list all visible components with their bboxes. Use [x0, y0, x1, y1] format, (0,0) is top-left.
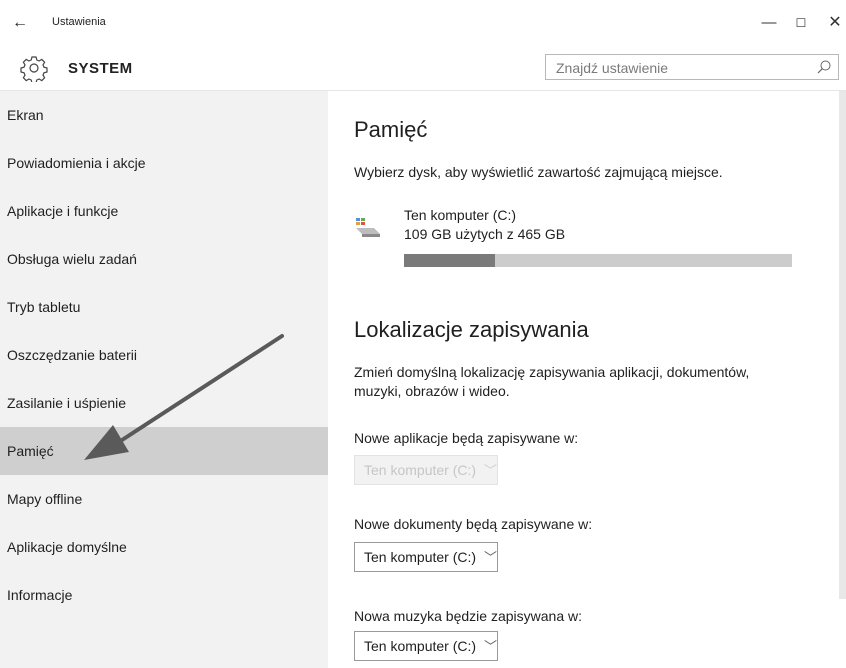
window-title: Ustawienia — [52, 16, 106, 28]
minimize-button[interactable]: — — [754, 10, 784, 36]
search-input[interactable] — [554, 58, 808, 78]
title-bar: ← Ustawienia — ☐ ✕ — [0, 0, 846, 46]
sidebar-item-mapy-offline[interactable]: Mapy offline — [0, 475, 328, 523]
apps-location-value: Ten komputer (C:) — [364, 462, 477, 478]
maximize-button[interactable]: ☐ — [786, 10, 816, 36]
chevron-down-icon: ﹀ — [484, 550, 498, 565]
docs-location-select[interactable]: Ten komputer (C:) ﹀ — [354, 542, 499, 572]
sidebar-item-wiele-zadan[interactable]: Obsługa wielu zadań — [0, 235, 328, 283]
search-box[interactable] — [545, 54, 839, 80]
drive-usage: 109 GB użytych z 465 GB — [404, 226, 566, 242]
close-button[interactable]: ✕ — [820, 10, 846, 36]
gear-icon — [20, 56, 48, 82]
drive-usage-bar — [404, 254, 792, 267]
sidebar-item-informacje[interactable]: Informacje — [0, 571, 328, 619]
sidebar-item-pamiec[interactable]: Pamięć — [0, 427, 328, 475]
music-location-value: Ten komputer (C:) — [364, 638, 477, 654]
section-title: SYSTEM — [68, 60, 133, 77]
drive-name[interactable]: Ten komputer (C:) — [404, 207, 516, 223]
sidebar-item-aplikacje-domyslne[interactable]: Aplikacje domyślne — [0, 523, 328, 571]
sidebar-item-oszczedzanie-baterii[interactable]: Oszczędzanie baterii — [0, 331, 328, 379]
sidebar-item-ekran[interactable]: Ekran — [0, 91, 328, 139]
storage-description: Wybierz dysk, aby wyświetlić zawartość z… — [354, 164, 723, 180]
back-button[interactable]: ← — [6, 12, 34, 34]
drive-icon[interactable] — [356, 218, 382, 238]
music-location-label: Nowa muzyka będzie zapisywana w: — [354, 608, 582, 624]
sidebar-item-aplikacje[interactable]: Aplikacje i funkcje — [0, 187, 328, 235]
sidebar-item-powiadomienia[interactable]: Powiadomienia i akcje — [0, 139, 328, 187]
scrollbar[interactable] — [839, 91, 846, 599]
sidebar: Ekran Powiadomienia i akcje Aplikacje i … — [0, 91, 328, 668]
settings-header: SYSTEM — [0, 46, 846, 91]
drive-usage-fill — [404, 254, 495, 267]
docs-location-value: Ten komputer (C:) — [364, 549, 477, 565]
apps-location-select: Ten komputer (C:) ﹀ — [354, 455, 499, 485]
chevron-down-icon: ﹀ — [484, 639, 498, 654]
sidebar-item-tryb-tabletu[interactable]: Tryb tabletu — [0, 283, 328, 331]
apps-location-label: Nowe aplikacje będą zapisywane w: — [354, 430, 579, 446]
chevron-down-icon: ﹀ — [484, 463, 498, 478]
music-location-select[interactable]: Ten komputer (C:) ﹀ — [354, 631, 499, 661]
main-content: Pamięć Wybierz dysk, aby wyświetlić zawa… — [329, 91, 839, 668]
save-locations-description: Zmień domyślną lokalizację zapisywania a… — [354, 364, 750, 399]
docs-location-label: Nowe dokumenty będą zapisywane w: — [354, 516, 593, 532]
search-icon[interactable] — [816, 59, 832, 75]
storage-heading: Pamięć — [354, 117, 428, 142]
save-locations-heading: Lokalizacje zapisywania — [354, 317, 589, 342]
sidebar-item-zasilanie[interactable]: Zasilanie i uśpienie — [0, 379, 328, 427]
